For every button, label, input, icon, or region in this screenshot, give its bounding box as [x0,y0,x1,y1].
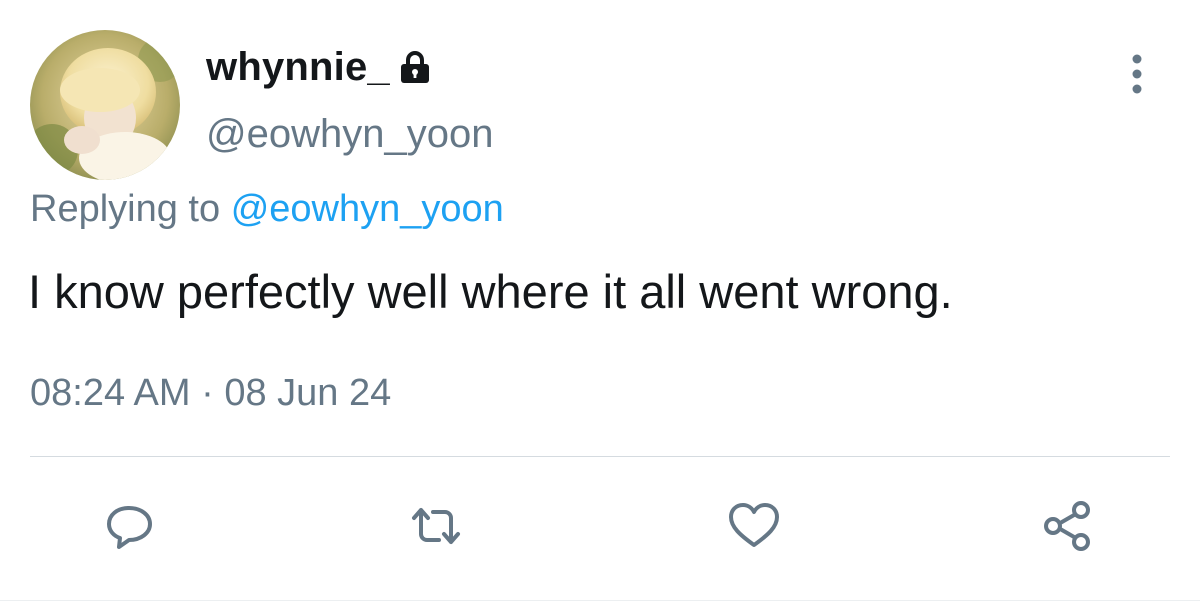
reply-button[interactable] [102,498,158,554]
avatar-image [30,30,180,180]
user-handle[interactable]: @eowhyn_yoon [206,112,493,157]
lock-icon [398,50,432,89]
like-icon [729,503,779,547]
replying-to-label: Replying to [30,188,221,230]
share-button[interactable] [1040,498,1096,554]
reply-icon [107,506,152,549]
display-name[interactable]: whynnie_ [206,45,390,90]
bottom-divider [0,600,1200,601]
like-button[interactable] [726,498,782,554]
tweet-text: I know perfectly well where it all went … [28,265,953,318]
display-name-row: whynnie_ [206,45,432,90]
retweet-button[interactable] [408,498,464,554]
retweet-icon [412,508,460,544]
replying-to: Replying to @eowhyn_yoon [30,188,504,231]
tweet-timestamp[interactable]: 08:24 AM · 08 Jun 24 [30,372,391,415]
avatar[interactable] [30,30,180,180]
divider [30,456,1170,457]
share-icon [1044,501,1090,551]
reply-mention-link[interactable]: @eowhyn_yoon [231,188,504,230]
more-vertical-icon[interactable] [1122,52,1152,96]
